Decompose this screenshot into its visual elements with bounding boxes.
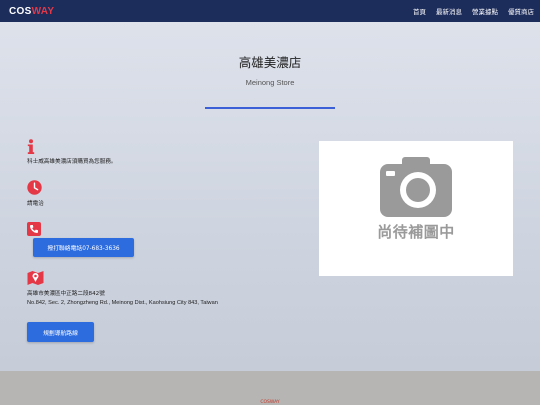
photo-placeholder-text: 尚待補圖中: [377, 223, 455, 241]
main-nav: 首頁 最新消息 營業據點 優質商店: [413, 6, 534, 16]
nav-item-news[interactable]: 最新消息: [436, 6, 462, 16]
store-address-en: No.842, Sec. 2, Zhongzheng Rd., Meinong …: [27, 300, 218, 306]
store-address: 高雄市美濃區中正路二段842號: [27, 291, 105, 297]
nav-item-stores[interactable]: 優質商店: [508, 6, 534, 16]
page-title: 高雄美濃店: [238, 55, 302, 70]
nav-item-locations[interactable]: 營業據點: [472, 6, 498, 16]
business-hours: 請電洽: [27, 201, 44, 207]
page-footer: COSWAY: [0, 371, 540, 405]
footer-text: COSWAY: [260, 400, 280, 405]
page-subtitle: Meinong Store: [245, 78, 295, 87]
phone-icon: [27, 221, 41, 236]
call-phone-button[interactable]: 撥打聯絡電話07-683-3636: [33, 238, 134, 257]
map-marker-icon: [27, 270, 44, 285]
cosway-logo[interactable]: COSWAY: [9, 6, 54, 17]
route-navigation-button[interactable]: 規劃導航路線: [27, 322, 94, 342]
nav-item-home[interactable]: 首頁: [413, 6, 426, 16]
top-navbar: COSWAY 首頁 最新消息 營業據點 優質商店: [0, 0, 540, 22]
clock-icon: [27, 180, 42, 195]
camera-icon: [380, 157, 452, 217]
logo-text-accent: WAY: [31, 5, 55, 17]
info-icon: [27, 139, 35, 155]
store-photo-placeholder: 尚待補圖中: [319, 141, 513, 276]
title-divider: [205, 107, 335, 109]
logo-text: COS: [9, 5, 32, 17]
store-notice: 科士威高雄美濃店須購買為您服務。: [27, 159, 117, 165]
